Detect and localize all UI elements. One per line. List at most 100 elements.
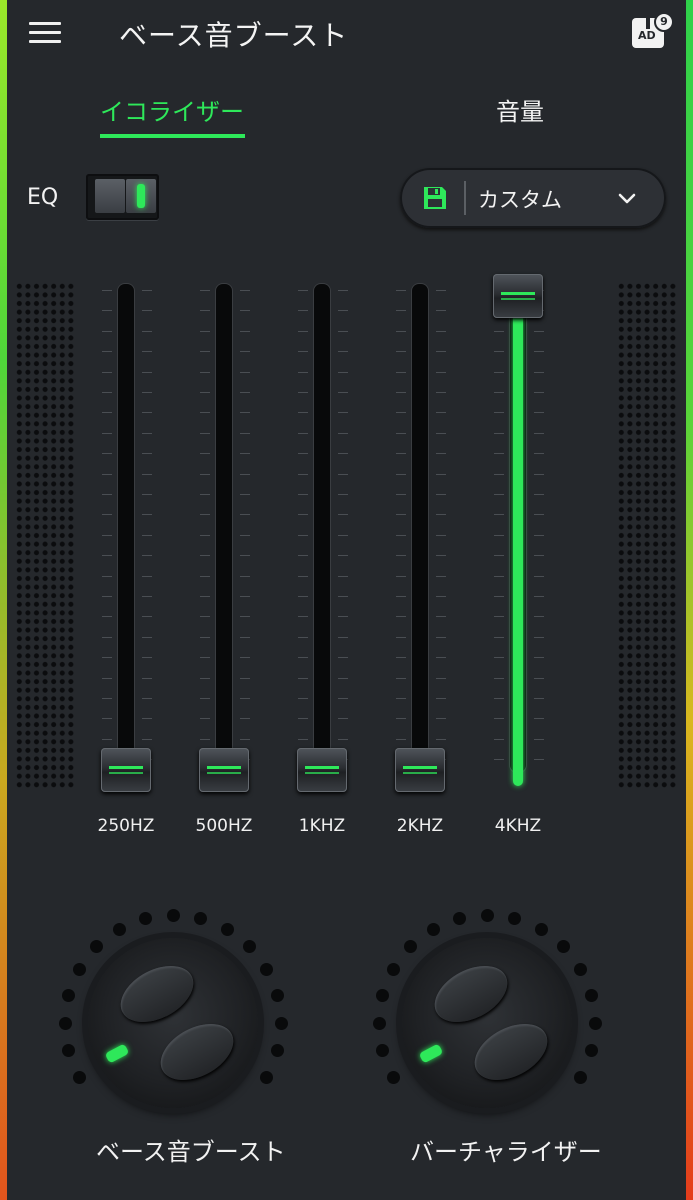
scale-tick	[534, 575, 544, 577]
scale-tick	[534, 534, 544, 536]
save-icon[interactable]	[422, 185, 448, 211]
tab-equalizer[interactable]: イコライザー	[100, 92, 244, 127]
scale-tick	[200, 330, 210, 332]
ad-count-badge: 9	[654, 12, 674, 32]
scale-tick	[298, 636, 308, 638]
scale-tick	[436, 575, 446, 577]
scale-tick	[240, 392, 250, 393]
slider-track[interactable]	[314, 284, 330, 772]
scale-tick	[102, 412, 112, 414]
scale-tick	[240, 351, 250, 353]
dial-scale-dot	[270, 988, 284, 1002]
scale-tick	[534, 657, 544, 659]
virtualizer-knob[interactable]	[402, 938, 572, 1108]
scale-tick	[200, 371, 210, 373]
scale-tick	[298, 534, 308, 536]
scale-tick	[240, 534, 250, 536]
scale-tick	[102, 534, 112, 536]
scale-tick	[142, 596, 152, 597]
dial-scale-dot	[372, 1016, 386, 1030]
slider-thumb[interactable]	[199, 748, 249, 792]
scale-tick	[142, 412, 152, 414]
scale-tick	[436, 677, 446, 679]
slider-thumb[interactable]	[493, 274, 543, 318]
scale-tick	[338, 392, 348, 393]
scale-tick	[338, 555, 348, 557]
dial-scale-dot	[274, 1016, 288, 1030]
scale-tick	[298, 738, 308, 740]
scale-tick	[396, 636, 406, 638]
scale-tick	[436, 514, 446, 516]
scale-tick	[142, 514, 152, 516]
dial-scale-dot	[508, 912, 522, 926]
scale-tick	[494, 351, 504, 353]
scale-tick	[200, 290, 210, 291]
slider-track[interactable]	[118, 284, 134, 772]
dial-scale-dot	[62, 988, 76, 1002]
scale-tick	[298, 596, 308, 597]
slider-thumb[interactable]	[297, 748, 347, 792]
slider-track[interactable]	[216, 284, 232, 772]
hamburger-menu-icon[interactable]	[29, 20, 63, 46]
slider-level-fill	[513, 304, 523, 786]
eq-on-led	[137, 184, 145, 208]
scale-tick	[338, 290, 348, 291]
scale-tick	[200, 432, 210, 434]
preset-dropdown[interactable]: カスタム	[400, 168, 666, 228]
scale-tick	[534, 412, 544, 414]
eq-band-1khz	[292, 270, 352, 800]
scale-tick	[298, 575, 308, 577]
scale-tick	[200, 473, 210, 475]
slider-thumb[interactable]	[395, 748, 445, 792]
scale-tick	[200, 616, 210, 618]
scale-tick	[396, 371, 406, 373]
scale-tick	[142, 351, 152, 353]
scale-tick	[534, 494, 544, 495]
slider-thumb[interactable]	[101, 748, 151, 792]
scale-tick	[200, 575, 210, 577]
scale-tick	[534, 432, 544, 434]
scale-tick	[396, 657, 406, 659]
dial-scale-dot	[166, 908, 180, 922]
scale-tick	[298, 290, 308, 291]
scale-tick	[142, 432, 152, 434]
bass-boost-dial[interactable]	[58, 900, 300, 1140]
bass-boost-knob[interactable]	[88, 938, 258, 1108]
scale-tick	[298, 351, 308, 353]
scale-tick	[298, 412, 308, 414]
tab-volume[interactable]: 音量	[496, 92, 544, 127]
scale-tick	[200, 657, 210, 659]
scale-tick	[102, 555, 112, 557]
scale-tick	[142, 575, 152, 577]
scale-tick	[534, 392, 544, 393]
dial-scale-dot	[270, 1044, 284, 1058]
scale-tick	[436, 371, 446, 373]
eq-toggle-switch[interactable]	[86, 174, 159, 220]
dial-scale-dot	[584, 988, 598, 1002]
scale-tick	[240, 657, 250, 659]
scale-tick	[298, 718, 308, 720]
speaker-grille-right	[617, 282, 677, 790]
slider-track[interactable]	[412, 284, 428, 772]
scale-tick	[494, 473, 504, 475]
scale-tick	[494, 330, 504, 332]
scale-tick	[142, 718, 152, 720]
scale-tick	[396, 534, 406, 536]
scale-tick	[298, 616, 308, 618]
right-level-strip	[686, 0, 693, 1200]
scale-tick	[338, 677, 348, 679]
scale-tick	[298, 310, 308, 312]
scale-tick	[102, 616, 112, 618]
scale-tick	[436, 412, 446, 414]
dial-scale-dot	[220, 922, 234, 936]
scale-tick	[142, 616, 152, 618]
eq-band-500hz	[194, 270, 254, 800]
scale-tick	[436, 453, 446, 455]
virtualizer-dial[interactable]	[372, 900, 614, 1140]
eq-band-250hz	[96, 270, 156, 800]
ad-gift-button[interactable]: AD 9	[632, 12, 674, 52]
scale-tick	[338, 494, 348, 495]
scale-tick	[534, 330, 544, 332]
scale-tick	[298, 677, 308, 679]
eq-band-2khz	[390, 270, 450, 800]
